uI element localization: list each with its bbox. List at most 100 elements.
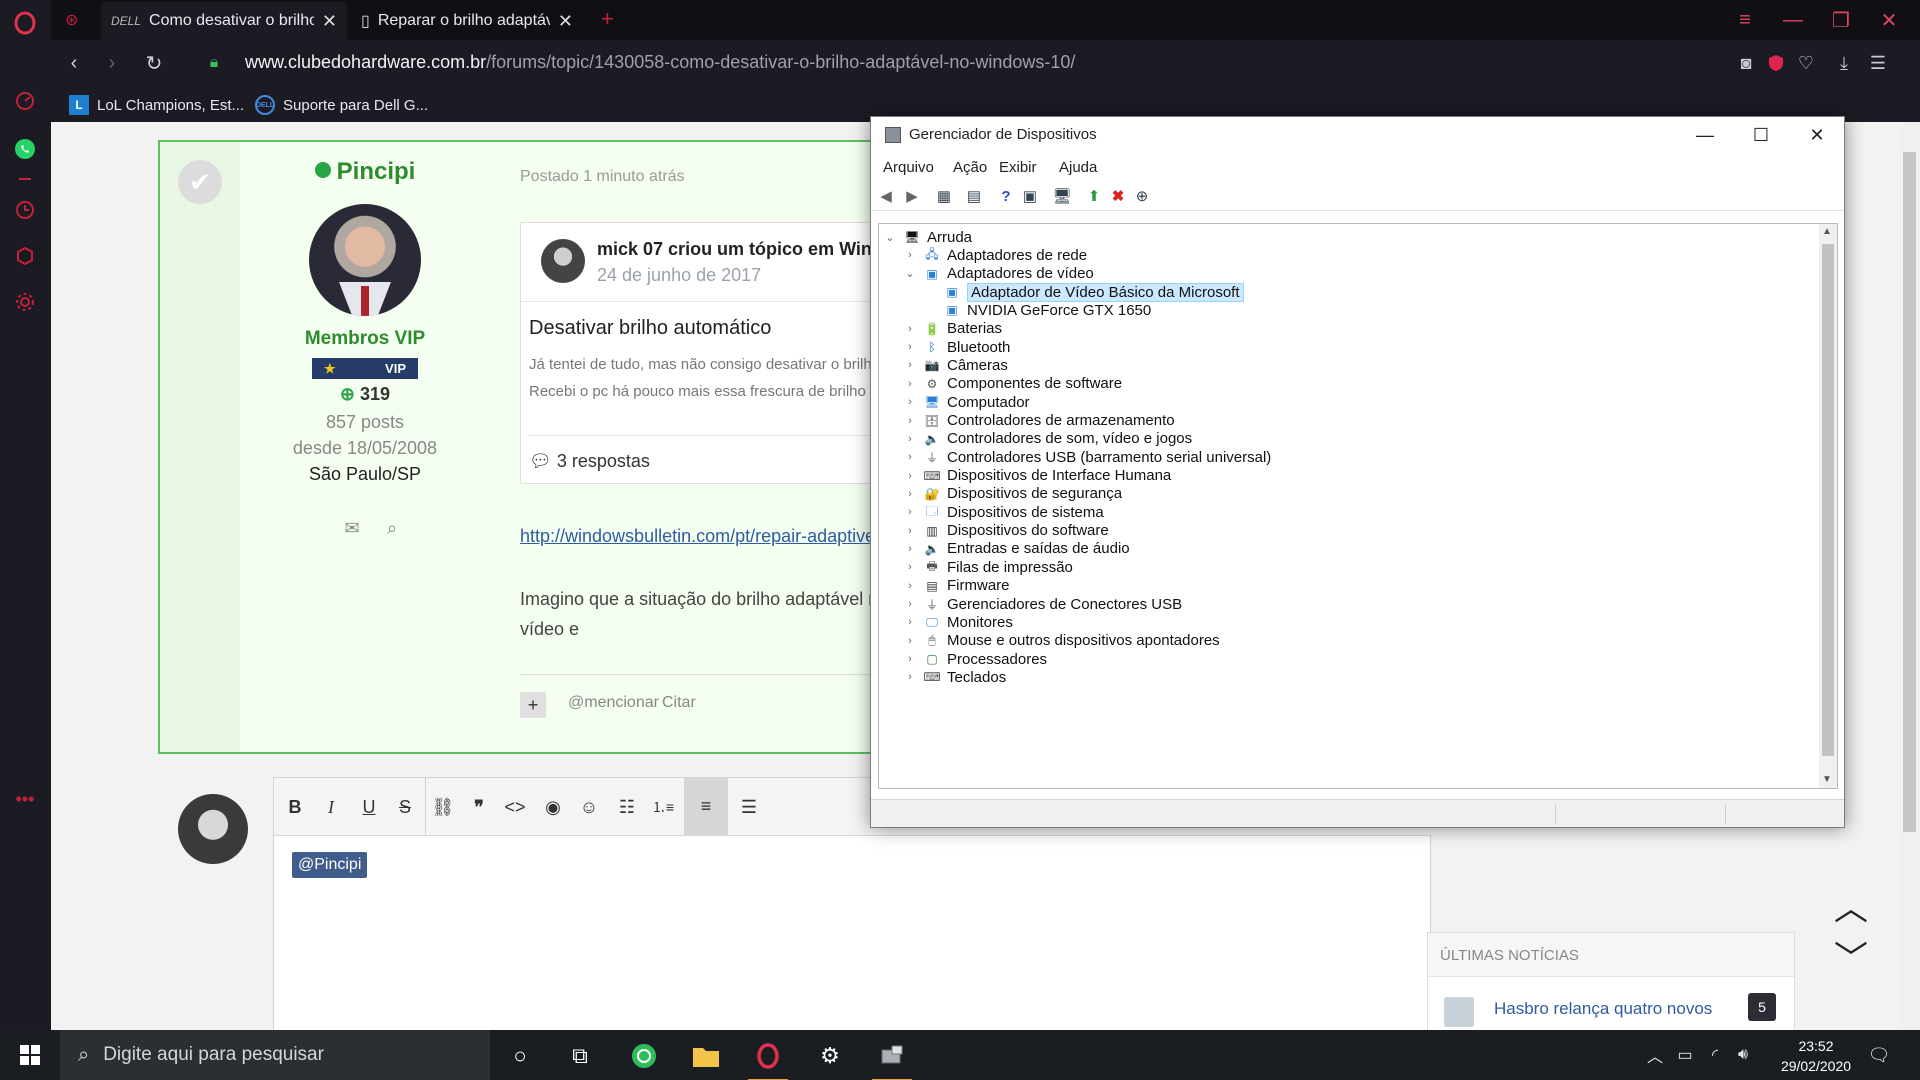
scroll-up-arrow-icon[interactable]: ▲: [1822, 226, 1832, 237]
heart-icon[interactable]: ♡: [1793, 50, 1819, 76]
expand-chevron-icon[interactable]: ›: [903, 671, 917, 683]
tab-menu-icon[interactable]: ≡: [1725, 6, 1765, 34]
align-left-icon[interactable]: ≡: [684, 778, 728, 835]
mention-tag[interactable]: @Pincipi: [292, 852, 368, 878]
more-options-icon[interactable]: •••: [12, 786, 38, 812]
scan-hardware-icon[interactable]: 🖥︎: [1051, 185, 1073, 207]
expand-chevron-icon[interactable]: ›: [903, 451, 917, 463]
expand-chevron-icon[interactable]: ›: [903, 415, 917, 427]
expand-chevron-icon[interactable]: ›: [903, 506, 917, 518]
expand-chevron-icon[interactable]: ›: [903, 580, 917, 592]
expand-chevron-icon[interactable]: ›: [903, 488, 917, 500]
align-center-icon[interactable]: ☰: [732, 790, 766, 824]
cortana-icon[interactable]: ○: [496, 1036, 544, 1076]
url-field[interactable]: www.clubedohardware.com.br/forums/topic/…: [245, 52, 1075, 73]
notifications-icon[interactable]: 🗨︎: [1864, 1042, 1894, 1068]
search-icon[interactable]: ⌕: [380, 516, 404, 540]
wifi-icon[interactable]: ◜: [1704, 1044, 1726, 1066]
expand-chevron-icon[interactable]: ›: [903, 433, 917, 445]
minimize-icon[interactable]: —: [1773, 6, 1813, 34]
spoiler-eye-icon[interactable]: ◉: [536, 790, 570, 824]
expand-chevron-icon[interactable]: ›: [903, 359, 917, 371]
emoji-icon[interactable]: ☺: [572, 790, 606, 824]
xbox-app-icon[interactable]: [620, 1036, 668, 1076]
bold-icon[interactable]: B: [278, 790, 312, 824]
system-clock[interactable]: 23:52 29/02/2020: [1770, 1036, 1862, 1076]
tab-inactive[interactable]: ▯ Reparar o brilho adaptável ✕: [351, 2, 591, 40]
menu-ajuda[interactable]: Ajuda: [1059, 159, 1097, 176]
close-tab-icon[interactable]: ✕: [322, 11, 337, 32]
extensions-icon[interactable]: [12, 243, 38, 269]
multiquote-button[interactable]: +: [520, 692, 546, 718]
vpn-shield-icon[interactable]: [1763, 50, 1789, 76]
envelope-icon[interactable]: ✉: [340, 516, 364, 540]
italic-icon[interactable]: I: [314, 790, 348, 824]
expand-chevron-icon[interactable]: ›: [903, 598, 917, 610]
bookmark-dell[interactable]: DELL Suporte para Dell G...: [255, 94, 428, 116]
file-explorer-icon[interactable]: [682, 1036, 730, 1076]
windows-start-icon[interactable]: [0, 1030, 60, 1080]
help-icon[interactable]: ?: [995, 185, 1017, 207]
volume-icon[interactable]: 🔊︎: [1732, 1044, 1754, 1066]
menu-exibir[interactable]: Exibir: [999, 159, 1037, 176]
expand-chevron-icon[interactable]: ›: [903, 525, 917, 537]
speed-dial-icon[interactable]: [12, 88, 38, 114]
show-hide-tree-icon[interactable]: ▦: [933, 185, 955, 207]
restore-icon[interactable]: ❐: [1821, 6, 1861, 34]
reload-icon[interactable]: ↻: [139, 48, 169, 78]
history-icon[interactable]: [12, 197, 38, 223]
close-window-icon[interactable]: ✕: [1869, 6, 1909, 34]
camera-icon[interactable]: ◙: [1733, 50, 1759, 76]
bookmark-lol[interactable]: L LoL Champions, Est...: [69, 94, 244, 116]
code-icon[interactable]: <>: [498, 790, 532, 824]
download-icon[interactable]: ⤓: [1831, 50, 1857, 76]
close-tab-icon[interactable]: ✕: [558, 11, 573, 32]
taskbar-search-box[interactable]: ⌕ Digite aqui para pesquisar: [60, 1030, 490, 1080]
expand-chevron-icon[interactable]: ›: [903, 341, 917, 353]
menu-arquivo[interactable]: Arquivo: [883, 159, 934, 176]
numbered-list-icon[interactable]: ⒈≡: [646, 790, 680, 824]
news-item-link[interactable]: Hasbro relança quatro novos: [1494, 999, 1712, 1019]
settings-icon[interactable]: [12, 289, 38, 315]
new-tab-icon[interactable]: +: [601, 6, 614, 32]
back-icon[interactable]: ‹: [59, 48, 89, 78]
post-link[interactable]: http://windowsbulletin.com/pt/repair-ada…: [520, 526, 891, 547]
enable-device-icon[interactable]: ⊕: [1131, 185, 1153, 207]
expand-chevron-icon[interactable]: ›: [903, 561, 917, 573]
expand-chevron-icon[interactable]: ›: [903, 323, 917, 335]
expand-chevron-icon[interactable]: ›: [903, 470, 917, 482]
author-avatar[interactable]: [309, 204, 421, 316]
mention-link[interactable]: @mencionar: [568, 694, 659, 712]
opera-logo-icon[interactable]: [12, 10, 38, 36]
whatsapp-icon[interactable]: [12, 136, 38, 162]
menu-acao[interactable]: Ação: [953, 159, 987, 176]
link-icon[interactable]: ⛓: [426, 790, 460, 824]
expand-chevron-icon[interactable]: ›: [903, 616, 917, 628]
quote-icon[interactable]: ❞: [462, 790, 496, 824]
close-icon[interactable]: ✕: [1789, 117, 1845, 153]
task-view-icon[interactable]: ⧉: [556, 1036, 604, 1076]
bulleted-list-icon[interactable]: ☷: [610, 790, 644, 824]
update-driver-icon[interactable]: ⬆: [1083, 185, 1105, 207]
strikethrough-icon[interactable]: S: [388, 790, 422, 824]
easy-setup-icon[interactable]: ☰: [1865, 50, 1891, 76]
forward-icon[interactable]: ›: [97, 48, 127, 78]
forward-arrow-icon[interactable]: ▶: [901, 185, 923, 207]
gamepad-icon[interactable]: ⊛: [65, 10, 78, 30]
uninstall-device-icon[interactable]: ✖: [1107, 185, 1129, 207]
opera-taskbar-icon[interactable]: [744, 1036, 792, 1080]
tab-active[interactable]: DELL Como desativar o brilho adaptável n…: [101, 2, 347, 40]
collapse-chevron-icon[interactable]: ⌄: [883, 231, 897, 244]
topic-heading[interactable]: Desativar brilho automático: [529, 317, 771, 340]
cite-link[interactable]: Citar: [662, 694, 696, 712]
tree-category-item[interactable]: › ⌨ Teclados: [903, 666, 1006, 688]
expand-chevron-icon[interactable]: ›: [903, 635, 917, 647]
author-name[interactable]: Pincipi: [240, 158, 490, 186]
properties-icon[interactable]: ▤: [963, 185, 985, 207]
scroll-down-icon[interactable]: ﹀: [1831, 940, 1871, 978]
underline-icon[interactable]: U: [352, 790, 386, 824]
expand-chevron-icon[interactable]: ›: [903, 396, 917, 408]
page-scroll-thumb[interactable]: [1903, 152, 1916, 832]
back-arrow-icon[interactable]: ◀: [875, 185, 897, 207]
expand-chevron-icon[interactable]: ›: [903, 543, 917, 555]
